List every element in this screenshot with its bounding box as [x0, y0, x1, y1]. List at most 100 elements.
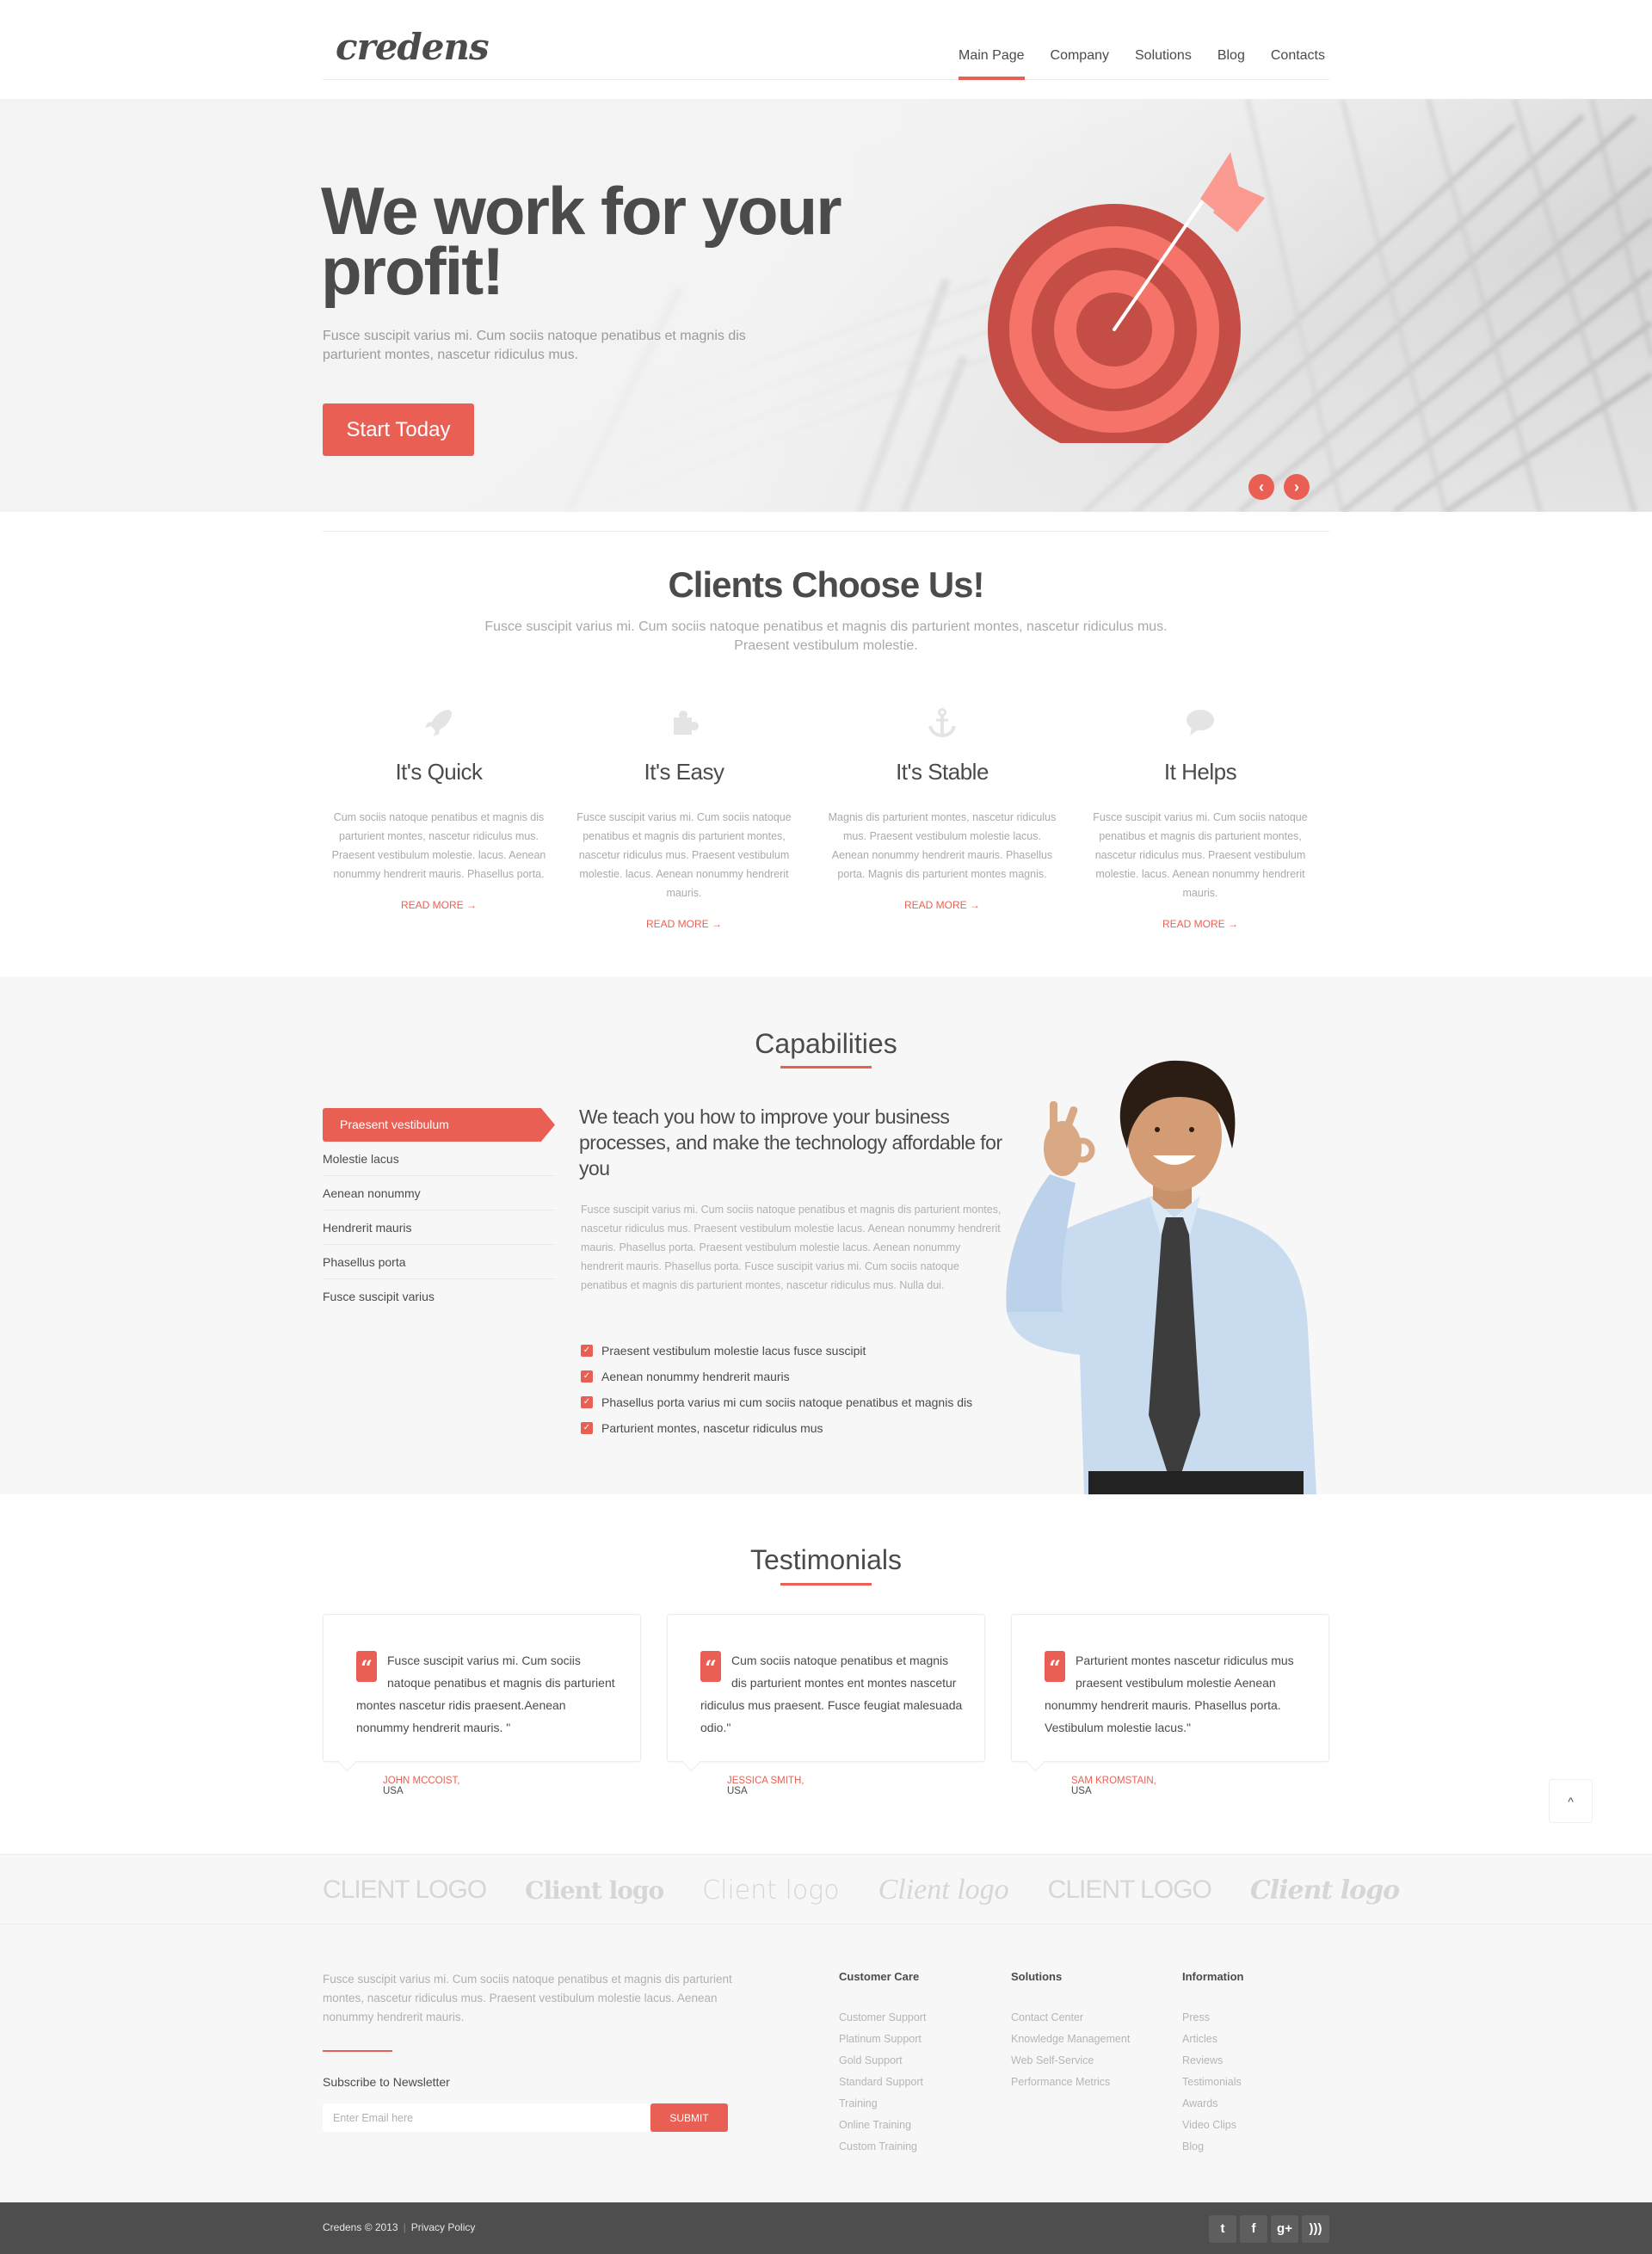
- footer-divider: [323, 2050, 392, 2052]
- footer-link[interactable]: Web Self-Service: [1011, 2050, 1130, 2072]
- footer-link[interactable]: Reviews: [1182, 2050, 1244, 2072]
- footer-about-text: Fusce suscipit varius mi. Cum sociis nat…: [323, 1973, 732, 2023]
- chevron-up-icon: ^: [1568, 1795, 1574, 1808]
- google-plus-icon[interactable]: g+: [1271, 2215, 1298, 2243]
- footer-link[interactable]: Custom Training: [839, 2136, 926, 2158]
- testimonial-text: Parturient montes nascetur ridiculus mus…: [1045, 1654, 1294, 1734]
- chevron-left-icon: ‹: [1259, 478, 1264, 496]
- feature-title: It Helps: [1163, 759, 1237, 785]
- footer-link[interactable]: Awards: [1182, 2093, 1244, 2115]
- nav-solutions[interactable]: Solutions: [1135, 48, 1192, 79]
- capability-tab[interactable]: Aenean nonummy: [323, 1176, 555, 1210]
- quote-icon: “: [1045, 1651, 1065, 1682]
- nav-main-page[interactable]: Main Page: [959, 48, 1025, 80]
- logo[interactable]: credens: [336, 26, 490, 68]
- testimonial-author: SAM KROMSTAIN,: [1071, 1776, 1156, 1786]
- footer-link[interactable]: Training: [839, 2093, 926, 2115]
- nav-contacts[interactable]: Contacts: [1271, 48, 1325, 79]
- testimonials-row: “ Fusce suscipit varius mi. Cum sociis n…: [323, 1614, 1329, 1796]
- hero-slider: We work for your profit! Fusce suscipit …: [0, 99, 1652, 512]
- social-links: t f g+ ))): [1209, 2215, 1329, 2243]
- newsletter-submit-button[interactable]: SUBMIT: [650, 2103, 728, 2132]
- checkbox-checked-icon: ✓: [581, 1345, 593, 1357]
- testimonial-country: USA: [1071, 1786, 1092, 1796]
- privacy-policy-link[interactable]: Privacy Policy: [411, 2221, 476, 2233]
- capabilities-menu: Praesent vestibulum Molestie lacus Aenea…: [323, 1108, 555, 1314]
- footer-link[interactable]: Articles: [1182, 2029, 1244, 2050]
- client-logo[interactable]: CLIENT LOGO: [1048, 1875, 1212, 1905]
- client-logos-strip: CLIENT LOGO Client logo Client logo Clie…: [0, 1854, 1652, 1925]
- back-to-top-button[interactable]: ^: [1549, 1779, 1593, 1823]
- footer-link[interactable]: Standard Support: [839, 2072, 926, 2093]
- footer-link[interactable]: Gold Support: [839, 2050, 926, 2072]
- target-illustration: [988, 152, 1265, 443]
- chevron-right-icon: ›: [1294, 478, 1299, 496]
- start-today-button[interactable]: Start Today: [323, 403, 474, 456]
- anchor-icon: [813, 704, 1071, 742]
- capability-text: Fusce suscipit varius mi. Cum sociis nat…: [581, 1204, 1002, 1291]
- client-logo[interactable]: Client logo: [525, 1876, 664, 1905]
- footer-link[interactable]: Platinum Support: [839, 2029, 926, 2050]
- footer-link[interactable]: Customer Support: [839, 2007, 926, 2029]
- checklist-label: Parturient montes, nascetur ridiculus mu…: [601, 1421, 823, 1435]
- footer-column-title: Solutions: [1011, 1970, 1063, 1983]
- read-more-link[interactable]: READ MORE →: [401, 899, 477, 911]
- testimonial-author: JOHN MCCOIST,: [383, 1776, 460, 1786]
- testimonial-author: JESSICA SMITH,: [727, 1776, 804, 1786]
- footer-link[interactable]: Knowledge Management: [1011, 2029, 1130, 2050]
- client-logo[interactable]: Client logo: [878, 1874, 1009, 1906]
- slider-prev-button[interactable]: ‹: [1248, 474, 1274, 500]
- nav-blog[interactable]: Blog: [1217, 48, 1245, 79]
- client-logo[interactable]: Client logo: [1250, 1875, 1400, 1906]
- testimonial-card: “ Parturient montes nascetur ridiculus m…: [1011, 1614, 1329, 1796]
- capability-tab[interactable]: Phasellus porta: [323, 1245, 555, 1279]
- rocket-icon: [323, 704, 555, 742]
- hero-subtitle: Fusce suscipit varius mi. Cum sociis nat…: [323, 329, 746, 362]
- features-row: It's Quick Cum sociis natoque penatibus …: [323, 704, 1329, 932]
- footer-link[interactable]: Video Clips: [1182, 2115, 1244, 2136]
- client-logo[interactable]: CLIENT LOGO: [323, 1875, 487, 1905]
- feature-title: It's Stable: [896, 759, 989, 785]
- capabilities-section: Capabilities Praesent vestibulum Molesti…: [0, 976, 1652, 1494]
- checklist-label: Praesent vestibulum molestie lacus fusce…: [601, 1344, 866, 1358]
- client-logo[interactable]: Client logo: [702, 1875, 839, 1906]
- capability-tab[interactable]: Molestie lacus: [323, 1142, 555, 1176]
- twitter-icon[interactable]: t: [1209, 2215, 1236, 2243]
- footer-column-solutions: Solutions Contact Center Knowledge Manag…: [1011, 1970, 1130, 2093]
- footer-link[interactable]: Press: [1182, 2007, 1244, 2029]
- main-nav: Main Page Company Solutions Blog Contact…: [959, 48, 1325, 80]
- read-more-link[interactable]: READ MORE →: [904, 899, 980, 911]
- copyright: Credens © 2013 | Privacy Policy: [323, 2221, 475, 2233]
- footer-link[interactable]: Contact Center: [1011, 2007, 1130, 2029]
- read-more-link[interactable]: READ MORE →: [1162, 918, 1238, 930]
- testimonial-card: “ Cum sociis natoque penatibus et magnis…: [667, 1614, 985, 1796]
- clients-choose-section: Clients Choose Us! Fusce suscipit varius…: [0, 532, 1652, 932]
- checklist-label: Phasellus porta varius mi cum sociis nat…: [601, 1395, 973, 1409]
- testimonial-country: USA: [727, 1786, 748, 1796]
- newsletter-email-input[interactable]: [323, 2103, 650, 2132]
- testimonial-country: USA: [383, 1786, 404, 1796]
- checklist-item: ✓ Aenean nonummy hendrerit mauris: [581, 1364, 972, 1389]
- capability-tab[interactable]: Hendrerit mauris: [323, 1210, 555, 1245]
- section-title: Clients Choose Us!: [668, 564, 984, 605]
- footer-link[interactable]: Testimonials: [1182, 2072, 1244, 2093]
- checkbox-checked-icon: ✓: [581, 1422, 593, 1434]
- nav-company[interactable]: Company: [1051, 48, 1109, 79]
- facebook-icon[interactable]: f: [1240, 2215, 1267, 2243]
- checklist-item: ✓ Praesent vestibulum molestie lacus fus…: [581, 1338, 972, 1364]
- section-title: Capabilities: [755, 1028, 897, 1059]
- capability-tab[interactable]: Fusce suscipit varius: [323, 1279, 555, 1314]
- testimonial-box: “ Parturient montes nascetur ridiculus m…: [1011, 1614, 1329, 1762]
- footer-link[interactable]: Online Training: [839, 2115, 926, 2136]
- slider-next-button[interactable]: ›: [1284, 474, 1310, 500]
- footer-link[interactable]: Blog: [1182, 2136, 1244, 2158]
- capability-tab[interactable]: Praesent vestibulum: [323, 1108, 555, 1142]
- read-more-link[interactable]: READ MORE →: [646, 918, 722, 930]
- footer-link[interactable]: Performance Metrics: [1011, 2072, 1130, 2093]
- checkbox-checked-icon: ✓: [581, 1396, 593, 1408]
- footer-column-customer-care: Customer Care Customer Support Platinum …: [839, 1970, 926, 2158]
- separator: |: [403, 2221, 406, 2233]
- checklist-item: ✓ Parturient montes, nascetur ridiculus …: [581, 1415, 972, 1441]
- rss-icon[interactable]: ))): [1302, 2215, 1329, 2243]
- testimonial-text: Fusce suscipit varius mi. Cum sociis nat…: [356, 1654, 615, 1734]
